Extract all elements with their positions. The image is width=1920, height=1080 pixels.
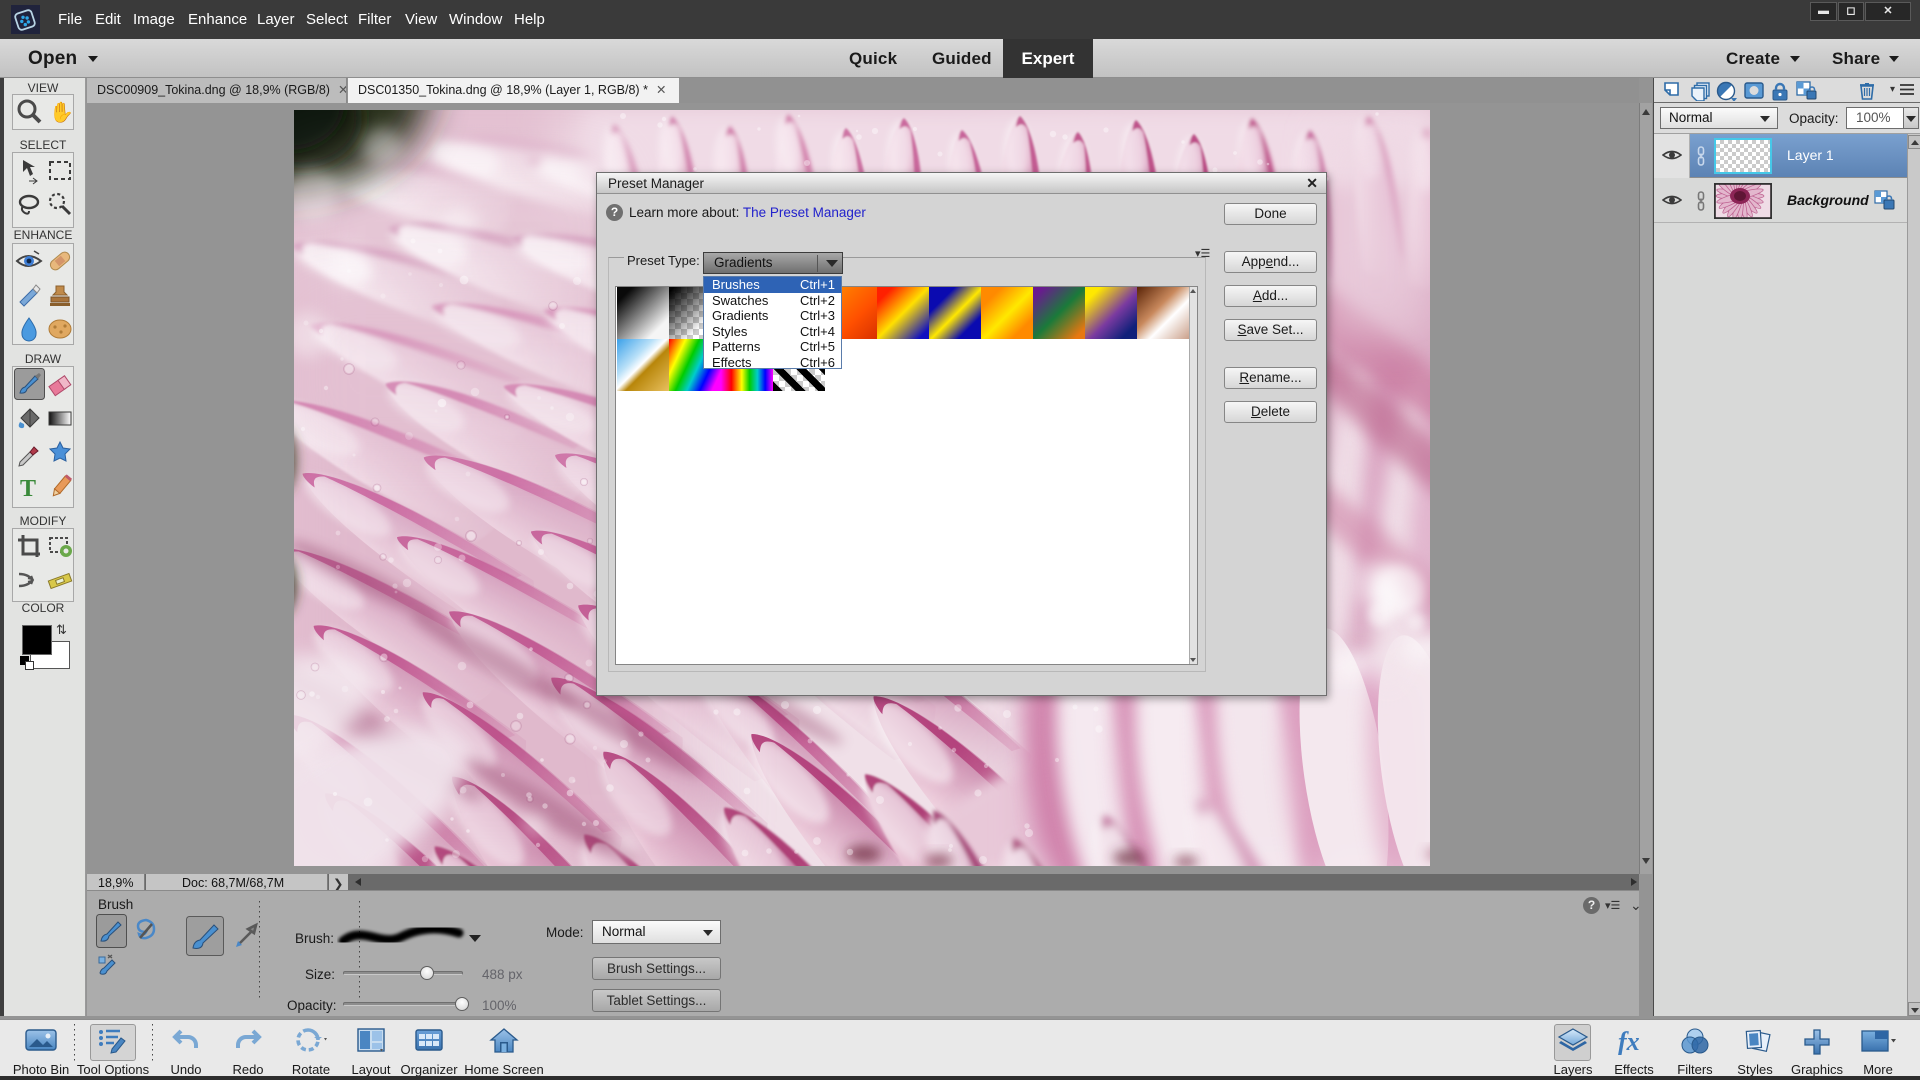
svg-text:T: T [20, 476, 36, 502]
svg-text:fx: fx [1618, 1027, 1640, 1055]
svg-text:✋: ✋ [49, 100, 74, 124]
